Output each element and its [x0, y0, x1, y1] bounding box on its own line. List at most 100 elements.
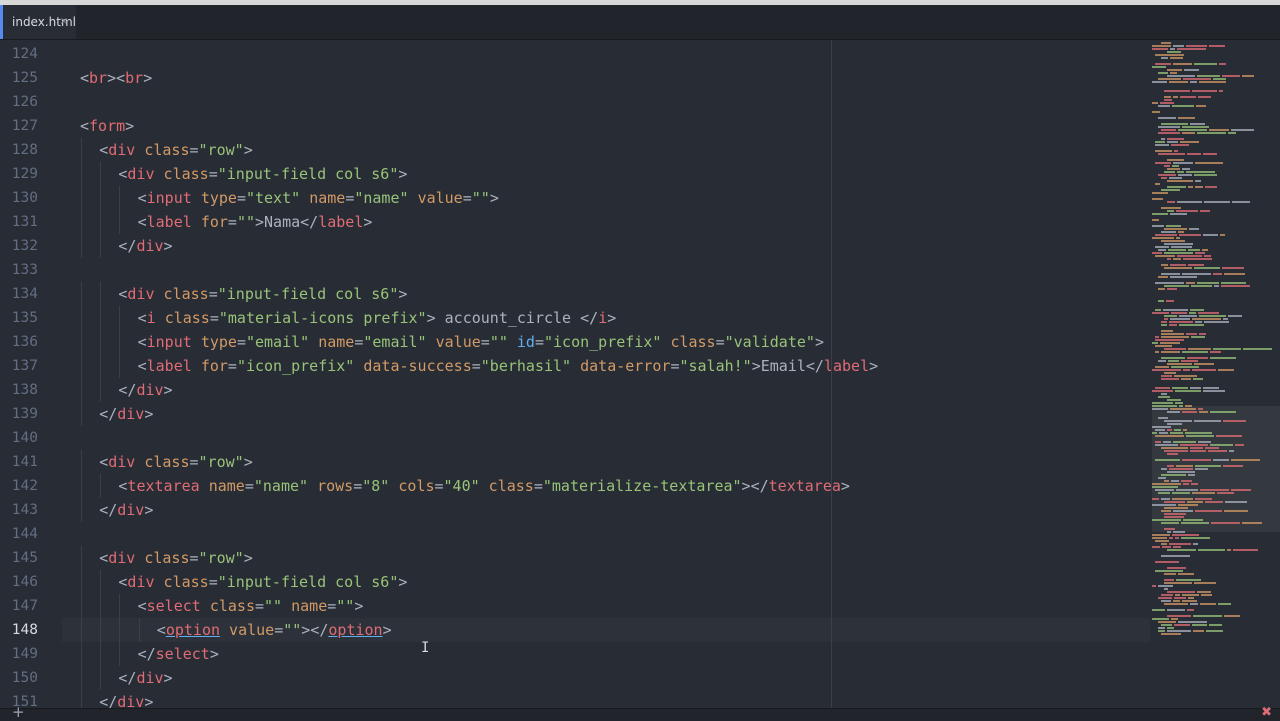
code-line[interactable]: </div> — [118, 234, 172, 258]
minimap-stroke — [1213, 459, 1229, 461]
code-token: = — [715, 333, 725, 351]
line-number[interactable]: 148 — [0, 618, 38, 642]
code-line[interactable]: <div class="row"> — [99, 450, 253, 474]
code-line[interactable]: </select> — [138, 642, 219, 666]
line-number[interactable]: 139 — [0, 402, 38, 426]
indent-guide — [81, 570, 82, 594]
minimap-stroke — [1194, 267, 1220, 269]
code-line[interactable]: <form> — [80, 114, 134, 138]
minimap-stroke — [1222, 267, 1244, 269]
line-number[interactable]: 129 — [0, 162, 38, 186]
code-token: label — [146, 213, 192, 231]
line-number[interactable]: 143 — [0, 498, 38, 522]
code-token: i — [598, 309, 608, 327]
minimap-stroke — [1189, 228, 1199, 230]
code-line[interactable]: <div class="input-field col s6"> — [118, 282, 407, 306]
minimap-stroke — [1158, 105, 1170, 107]
line-number[interactable]: 150 — [0, 666, 38, 690]
minimap-stroke — [1152, 585, 1156, 587]
minimap-stroke — [1164, 228, 1187, 230]
code-token: = — [255, 597, 265, 615]
line-number[interactable]: 145 — [0, 546, 38, 570]
code-line[interactable]: </div> — [99, 690, 153, 708]
minimap-stroke — [1158, 630, 1165, 632]
line-number[interactable]: 138 — [0, 378, 38, 402]
line-number[interactable]: 128 — [0, 138, 38, 162]
line-number[interactable]: 127 — [0, 114, 38, 138]
line-number[interactable]: 134 — [0, 282, 38, 306]
minimap-stroke — [1210, 411, 1236, 413]
line-number[interactable]: 140 — [0, 426, 38, 450]
add-icon[interactable]: + — [12, 703, 25, 721]
code-line[interactable]: </div> — [118, 666, 172, 690]
line-number[interactable]: 142 — [0, 474, 38, 498]
line-number[interactable]: 136 — [0, 330, 38, 354]
code-line[interactable]: <i class="material-icons prefix"> accoun… — [138, 306, 617, 330]
code-line[interactable]: <div class="input-field col s6"> — [118, 570, 407, 594]
code-line[interactable]: </div> — [99, 402, 153, 426]
code-line[interactable]: <label for="icon_prefix" data-success="b… — [138, 354, 879, 378]
code-line[interactable]: <div class="row"> — [99, 546, 253, 570]
code-line[interactable]: <br><br> — [80, 66, 152, 90]
code-line[interactable]: <select class="" name=""> — [138, 594, 364, 618]
code-line[interactable]: <div class="input-field col s6"> — [118, 162, 407, 186]
minimap-stroke — [1164, 450, 1188, 452]
code-line[interactable]: </div> — [99, 498, 153, 522]
code-line[interactable]: </div> — [118, 378, 172, 402]
code-token: div — [117, 501, 145, 519]
minimap-stroke — [1190, 447, 1203, 449]
tab-index-html[interactable]: index.html × — [0, 5, 76, 39]
error-icon[interactable]: ✖ — [1261, 705, 1272, 720]
close-icon[interactable]: × — [60, 5, 68, 39]
minimap-stroke — [1180, 96, 1196, 98]
minimap-stroke — [1155, 351, 1159, 353]
code-token: "name" — [253, 477, 309, 495]
minimap[interactable] — [1152, 40, 1280, 708]
line-number[interactable]: 131 — [0, 210, 38, 234]
minimap-stroke — [1164, 579, 1174, 581]
line-number[interactable]: 137 — [0, 354, 38, 378]
minimap-stroke — [1155, 441, 1161, 443]
minimap-stroke — [1166, 300, 1174, 302]
minimap-stroke — [1194, 582, 1216, 584]
line-number[interactable]: 124 — [0, 42, 38, 66]
minimap-stroke — [1167, 549, 1196, 551]
minimap-stroke — [1161, 633, 1181, 635]
minimap-stroke — [1169, 468, 1193, 470]
line-number[interactable]: 133 — [0, 258, 38, 282]
code-token: < — [80, 117, 90, 135]
code-line[interactable]: <div class="row"> — [99, 138, 253, 162]
line-number[interactable]: 125 — [0, 66, 38, 90]
minimap-stroke — [1197, 132, 1226, 134]
code-line[interactable]: <label for="">Nama</label> — [138, 210, 373, 234]
code-token: i — [146, 309, 156, 327]
code-line[interactable]: <option value=""></option> — [157, 618, 392, 642]
code-line[interactable]: <textarea name="name" rows="8" cols="40"… — [118, 474, 850, 498]
minimap-stroke — [1161, 375, 1172, 377]
indent-guide — [81, 474, 82, 498]
line-number[interactable]: 144 — [0, 522, 38, 546]
line-number[interactable]: 130 — [0, 186, 38, 210]
line-number-gutter[interactable]: 124 125 126 127 128 129 130 131 132 133 134 135 136 1… — [0, 40, 62, 708]
indent-guide — [81, 330, 82, 354]
code-line[interactable]: <input type="email" name="email" value="… — [138, 330, 824, 354]
line-number[interactable]: 135 — [0, 306, 38, 330]
minimap-stroke — [1167, 210, 1174, 212]
minimap-stroke — [1164, 318, 1168, 320]
indent-guide — [100, 642, 102, 666]
code-token: > — [209, 645, 219, 663]
minimap-stroke — [1164, 372, 1176, 374]
line-number[interactable]: 141 — [0, 450, 38, 474]
line-number[interactable]: 149 — [0, 642, 38, 666]
line-number[interactable]: 126 — [0, 90, 38, 114]
code-token: value — [435, 333, 481, 351]
minimap-stroke — [1161, 123, 1188, 125]
line-number[interactable]: 147 — [0, 594, 38, 618]
code-line[interactable]: <input type="text" name="name" value=""> — [138, 186, 499, 210]
line-number[interactable]: 146 — [0, 570, 38, 594]
code-token: "" — [471, 189, 490, 207]
line-number[interactable]: 132 — [0, 234, 38, 258]
minimap-stroke — [1174, 624, 1190, 626]
code-editor[interactable]: 124 125 126 127 128 129 130 131 132 133 134 135 136 1… — [0, 40, 1150, 708]
